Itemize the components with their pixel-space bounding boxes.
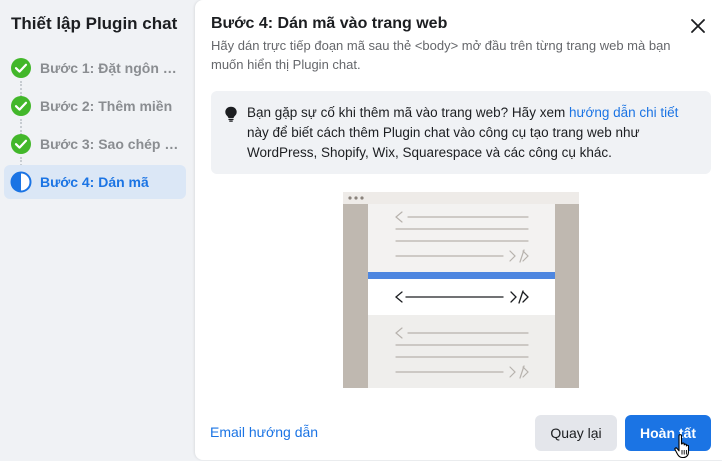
close-icon <box>691 19 705 33</box>
panel-description: Hãy dán trực tiếp đoạn mã sau thẻ <body>… <box>211 38 671 72</box>
sidebar-title: Thiết lập Plugin chat <box>11 14 178 33</box>
check-circle-icon <box>11 134 31 154</box>
half-circle-icon <box>10 171 32 193</box>
lightbulb-icon <box>225 106 237 122</box>
back-button[interactable]: Quay lại <box>535 415 617 451</box>
tip-box: Bạn gặp sự cố khi thêm mã vào trang web?… <box>211 91 711 174</box>
detailed-guide-link[interactable]: hướng dẫn chi tiết <box>569 105 678 120</box>
check-circle-icon <box>11 58 31 78</box>
check-circle-icon <box>11 96 31 116</box>
sidebar-step-3[interactable]: Bước 3: Sao chép mã <box>4 127 186 161</box>
email-instructions-link[interactable]: Email hướng dẫn <box>210 424 318 440</box>
close-button[interactable] <box>685 13 711 39</box>
step-label: Bước 4: Dán mã <box>40 174 149 190</box>
tip-text-before: Bạn gặp sự cố khi thêm mã vào trang web?… <box>247 105 569 120</box>
sidebar-step-4[interactable]: Bước 4: Dán mã <box>4 165 186 199</box>
hand-cursor-icon <box>674 434 690 459</box>
tip-text: Bạn gặp sự cố khi thêm mã vào trang web?… <box>247 103 699 163</box>
tip-text-after: này để biết cách thêm Plugin chat vào cô… <box>247 125 640 160</box>
panel-title: Bước 4: Dán mã vào trang web <box>211 15 448 32</box>
step-label: Bước 1: Đặt ngôn ngữ <box>40 60 180 76</box>
finish-button[interactable]: Hoàn tất <box>625 415 711 451</box>
step-panel: Bước 4: Dán mã vào trang web Hãy dán trự… <box>195 0 722 460</box>
sidebar: Thiết lập Plugin chat Bước 1: Đặt ngôn n… <box>0 0 194 460</box>
paste-code-illustration <box>343 192 579 388</box>
sidebar-step-2[interactable]: Bước 2: Thêm miền <box>4 89 186 123</box>
sidebar-step-1[interactable]: Bước 1: Đặt ngôn ngữ <box>4 51 186 85</box>
step-label: Bước 2: Thêm miền <box>40 98 173 114</box>
step-label: Bước 3: Sao chép mã <box>40 136 180 152</box>
